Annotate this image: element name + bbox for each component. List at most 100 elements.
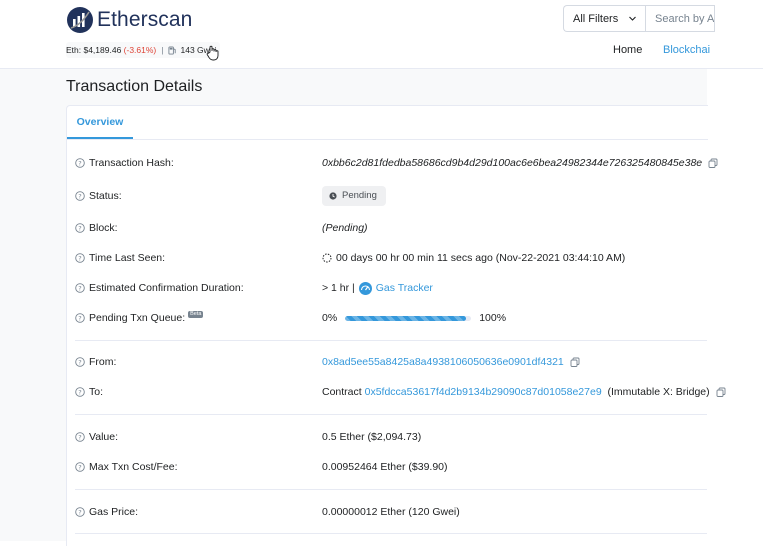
value-time-last-seen: 00 days 00 hr 00 min 11 secs ago (Nov-22… — [322, 248, 625, 268]
from-address-link[interactable]: 0x8ad5ee55a8425a8a4938106050636e0901df43… — [322, 352, 564, 372]
label-text: To: — [89, 386, 104, 398]
svg-text:?: ? — [78, 358, 81, 366]
svg-text:?: ? — [78, 284, 81, 292]
gas-pump-icon — [168, 45, 177, 55]
label-from: ? From: — [75, 352, 116, 372]
label-to: ? To: — [75, 382, 103, 402]
filter-label: All Filters — [573, 12, 619, 25]
beta-badge: Beta — [188, 310, 204, 318]
chevron-down-icon — [629, 16, 636, 21]
label-value: ? Value: — [75, 427, 118, 447]
label-text: Pending Txn Queue: — [89, 312, 186, 324]
page-title: Transaction Details — [66, 78, 203, 95]
label-text: Estimated Confirmation Duration: — [89, 282, 244, 294]
svg-text:?: ? — [78, 314, 81, 322]
label-text: Gas Price: — [89, 506, 139, 518]
nav-home[interactable]: Home — [613, 44, 642, 56]
status-badge: Pending — [322, 186, 386, 206]
transaction-hash: 0xbb6c2d81fdedba58686cd9b4d29d100ac6e6be… — [322, 157, 703, 169]
svg-text:?: ? — [78, 508, 81, 516]
svg-text:?: ? — [78, 192, 81, 200]
search-placeholder: Search by A — [655, 12, 715, 25]
value-block: (Pending) — [322, 218, 368, 238]
tab-bar: Overview — [67, 106, 708, 140]
row-max-fee: ? Max Txn Cost/Fee: 0.00952464 Ether ($3… — [75, 457, 705, 477]
question-circle-icon[interactable]: ? — [75, 158, 85, 168]
label-max-fee: ? Max Txn Cost/Fee: — [75, 457, 178, 477]
question-circle-icon[interactable]: ? — [75, 462, 85, 472]
etherscan-logo-icon — [67, 7, 93, 33]
copy-icon[interactable] — [716, 387, 726, 397]
to-contract-prefix: Contract — [322, 386, 362, 398]
svg-text:?: ? — [78, 254, 81, 262]
svg-text:?: ? — [78, 388, 81, 396]
question-circle-icon[interactable]: ? — [75, 253, 85, 263]
label-text: Time Last Seen: — [89, 252, 166, 264]
search-filter-select[interactable]: All Filters — [563, 5, 645, 32]
section-divider — [75, 489, 707, 490]
value-pending-queue: 0% 100% — [322, 308, 506, 328]
price-separator: | — [161, 45, 164, 55]
row-pending-queue: ? Pending Txn Queue: Beta 0% 100% — [75, 308, 705, 328]
row-to: ? To: Contract 0x5fdcca53617f4d2b9134b29… — [75, 382, 726, 402]
label-text: Max Txn Cost/Fee: — [89, 461, 178, 473]
row-status: ? Status: Pending — [75, 186, 705, 206]
section-divider — [75, 414, 707, 415]
spinner-icon — [322, 253, 332, 263]
label-text: From: — [89, 356, 117, 368]
question-circle-icon[interactable]: ? — [75, 313, 85, 323]
label-estimated-duration: ? Estimated Confirmation Duration: — [75, 278, 244, 298]
queue-progress-bar — [345, 315, 472, 321]
row-from: ? From: 0x8ad5ee55a8425a8a4938106050636e… — [75, 352, 705, 372]
label-text: Transaction Hash: — [89, 157, 174, 169]
row-gas-price: ? Gas Price: 0.00000012 Ether (120 Gwei) — [75, 502, 705, 522]
etherscan-logo[interactable]: Etherscan — [66, 6, 192, 34]
question-circle-icon[interactable]: ? — [75, 191, 85, 201]
label-text: Block: — [89, 222, 118, 234]
question-circle-icon[interactable]: ? — [75, 357, 85, 367]
status-text: Pending — [342, 190, 377, 201]
label-gas-price: ? Gas Price: — [75, 502, 138, 522]
copy-icon[interactable] — [570, 357, 580, 367]
duration-text: > 1 hr | — [322, 282, 355, 294]
search-input[interactable]: Search by A — [645, 5, 715, 32]
clock-icon — [329, 192, 337, 200]
question-circle-icon[interactable]: ? — [75, 283, 85, 293]
eth-price-change: (-3.61%) — [123, 45, 157, 55]
question-circle-icon[interactable]: ? — [75, 223, 85, 233]
block-value: (Pending) — [322, 222, 368, 234]
gas-price-value: 0.00000012 Ether (120 Gwei) — [322, 506, 460, 518]
question-circle-icon[interactable]: ? — [75, 432, 85, 442]
queue-progress-fill — [345, 315, 467, 321]
label-pending-queue: ? Pending Txn Queue: Beta — [75, 308, 204, 328]
svg-text:?: ? — [78, 433, 81, 441]
transaction-value: 0.5 Ether ($2,094.73) — [322, 431, 422, 443]
label-time-last-seen: ? Time Last Seen: — [75, 248, 165, 268]
row-estimated-duration: ? Estimated Confirmation Duration: > 1 h… — [75, 278, 705, 298]
gas-tracker-link[interactable]: Gas Tracker — [376, 278, 433, 298]
label-block: ? Block: — [75, 218, 118, 238]
label-text: Value: — [89, 431, 118, 443]
to-address-link[interactable]: 0x5fdcca53617f4d2b9134b29090c87d01058e27… — [365, 382, 602, 402]
site-header: Etherscan Eth: $4,189.46 (-3.61%) | 143 … — [0, 0, 763, 69]
value-max-fee: 0.00952464 Ether ($39.90) — [322, 457, 448, 477]
gauge-icon — [358, 281, 372, 295]
label-status: ? Status: — [75, 186, 122, 206]
nav-blockchain[interactable]: Blockchai — [663, 44, 710, 56]
question-circle-icon[interactable]: ? — [75, 387, 85, 397]
cursor-hand-icon — [206, 45, 219, 61]
label-text: Status: — [89, 190, 122, 202]
question-circle-icon[interactable]: ? — [75, 507, 85, 517]
svg-text:?: ? — [78, 159, 81, 167]
value-estimated-duration: > 1 hr | Gas Tracker — [322, 278, 433, 298]
label-transaction-hash: ? Transaction Hash: — [75, 153, 174, 173]
brand-name: Etherscan — [97, 8, 193, 31]
row-transaction-hash: ? Transaction Hash: 0xbb6c2d81fdedba5868… — [75, 153, 718, 173]
svg-text:?: ? — [78, 463, 81, 471]
copy-icon[interactable] — [708, 158, 718, 168]
row-block: ? Block: (Pending) — [75, 218, 705, 238]
section-divider — [75, 340, 707, 341]
tab-overview[interactable]: Overview — [67, 106, 133, 139]
queue-end: 100% — [479, 312, 507, 324]
value-from: 0x8ad5ee55a8425a8a4938106050636e0901df43… — [322, 352, 580, 372]
